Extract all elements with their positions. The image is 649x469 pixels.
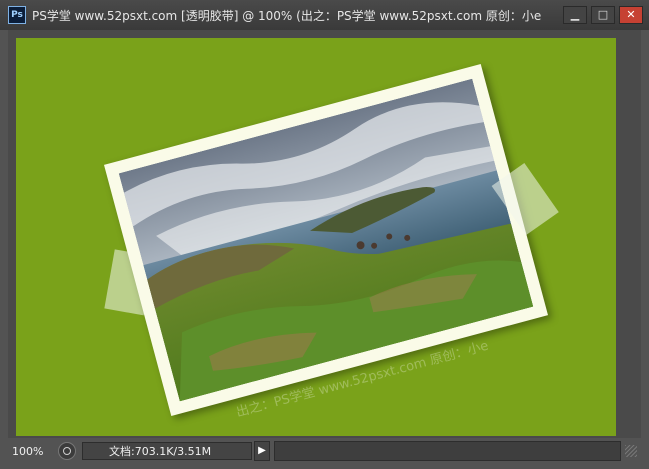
status-bar: 100% 文档:703.1K/3.51M ▶ xyxy=(8,440,641,462)
horizontal-scrollbar[interactable] xyxy=(274,441,621,461)
canvas-area[interactable]: 出之：PS学堂 www.52psxt.com 原创：小e xyxy=(8,30,641,438)
zoom-level[interactable]: 100% xyxy=(8,445,52,458)
status-circle-icon[interactable] xyxy=(58,442,76,460)
document-canvas[interactable]: 出之：PS学堂 www.52psxt.com 原创：小e xyxy=(16,38,616,436)
window-controls: ▁ □ ✕ xyxy=(563,6,643,24)
resize-grip-icon[interactable] xyxy=(625,445,637,457)
title-bar[interactable]: Ps PS学堂 www.52psxt.com [透明胶带] @ 100% (出之… xyxy=(0,0,649,30)
ps-logo-icon: Ps xyxy=(8,6,26,24)
photoshop-document-window: Ps PS学堂 www.52psxt.com [透明胶带] @ 100% (出之… xyxy=(0,0,649,469)
minimize-button[interactable]: ▁ xyxy=(563,6,587,24)
close-button[interactable]: ✕ xyxy=(619,6,643,24)
photo-with-tape xyxy=(103,63,559,417)
play-icon[interactable]: ▶ xyxy=(254,441,270,461)
document-info[interactable]: 文档:703.1K/3.51M xyxy=(82,442,252,460)
maximize-button[interactable]: □ xyxy=(591,6,615,24)
window-title: PS学堂 www.52psxt.com [透明胶带] @ 100% (出之：PS… xyxy=(32,8,542,23)
